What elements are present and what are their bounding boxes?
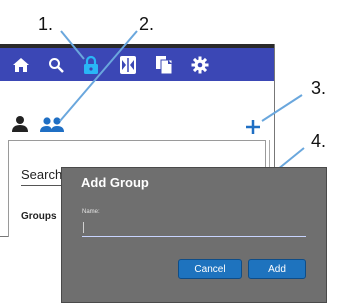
add-button[interactable]: Add	[248, 259, 306, 279]
group-name-input[interactable]	[82, 220, 306, 237]
name-label: Name:	[82, 209, 100, 215]
add-group-dialog: Add Group Name: Cancel Add	[61, 167, 327, 303]
text-cursor	[83, 222, 84, 233]
cancel-button[interactable]: Cancel	[178, 259, 242, 279]
dialog-title: Add Group	[81, 175, 149, 190]
